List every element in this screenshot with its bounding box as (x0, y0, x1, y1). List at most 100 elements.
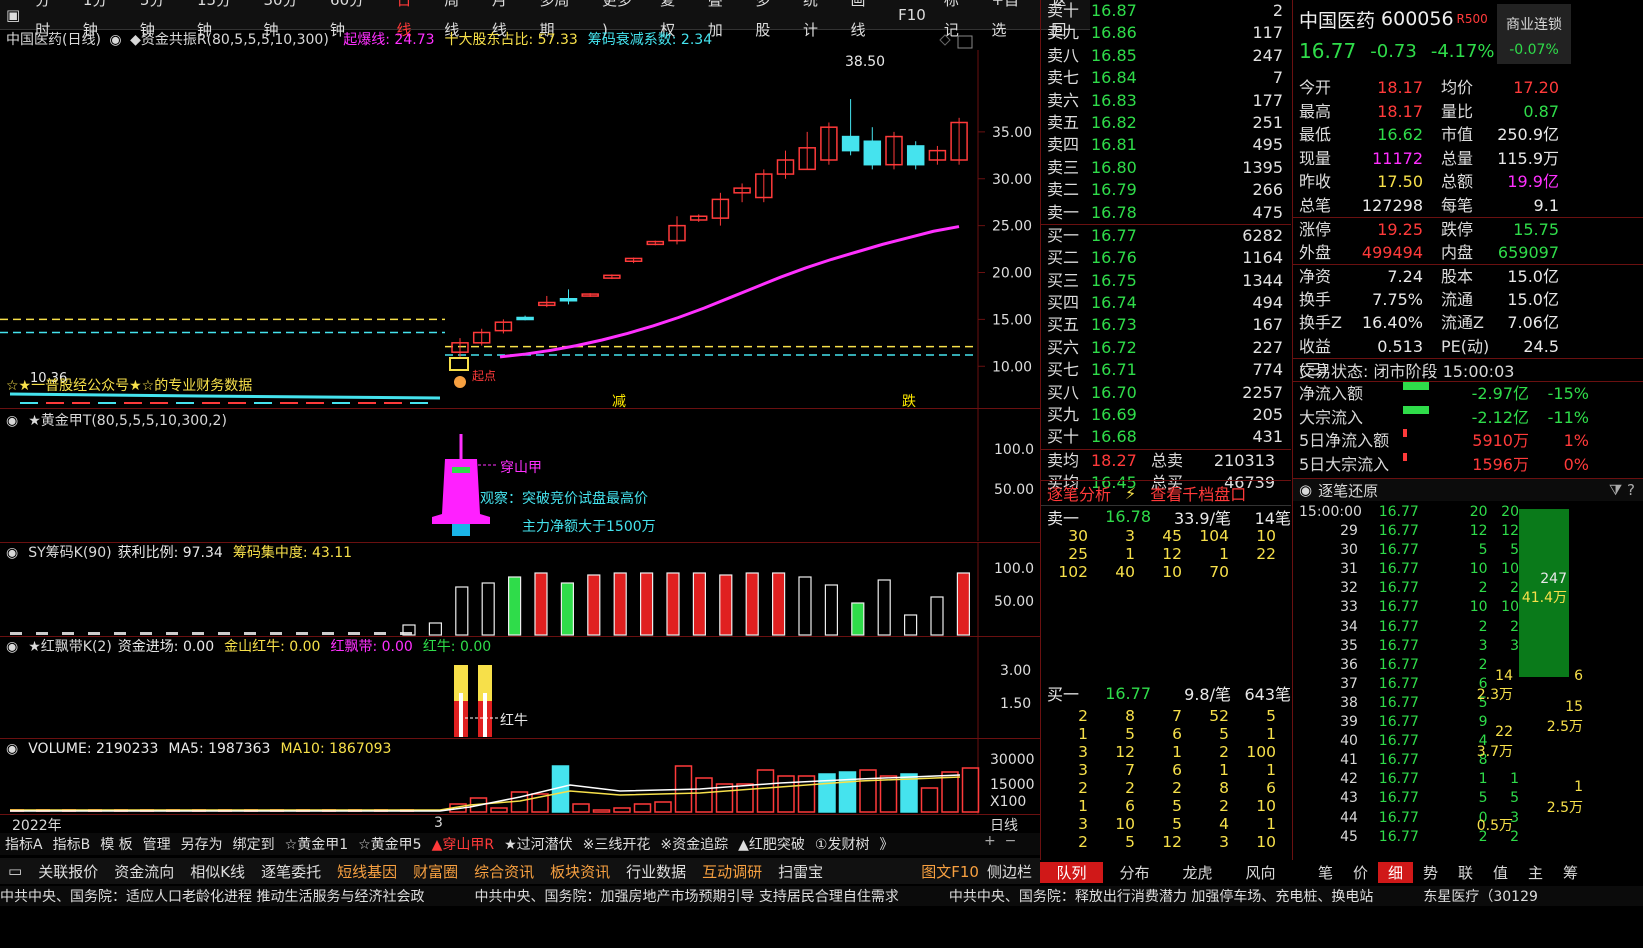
field-value: 250.9亿 (1497, 125, 1559, 144)
indicator-tab-8[interactable]: ▲穿山甲R (432, 834, 495, 854)
indicator-tab-9[interactable]: ★过河潜伏 (504, 834, 573, 854)
tick-time: 32 (1340, 580, 1358, 597)
side-a: 3.7万 (1476, 744, 1513, 760)
detail-tab-2[interactable]: 细 (1378, 861, 1413, 883)
bottom-tab-10[interactable]: 扫雷宝 (778, 861, 823, 882)
filter-icon[interactable]: ⧩ ? (1609, 481, 1635, 499)
bottom-right-1[interactable]: 侧边栏 (987, 861, 1032, 882)
tick-vol2: 10 (1501, 561, 1519, 578)
indicator-tab-2[interactable]: 模 板 (100, 834, 132, 854)
tick-time: 42 (1340, 771, 1358, 788)
detail-tab-6[interactable]: 主 (1518, 862, 1553, 883)
tab-depth[interactable]: 查看千档盘口 (1150, 481, 1246, 505)
buygrid-cell: 2 (1078, 707, 1088, 725)
indicator-tab-11[interactable]: ※资金追踪 (660, 834, 728, 854)
bottom-tab-6[interactable]: 综合资讯 (474, 861, 534, 882)
detail-tab-0[interactable]: 笔 (1308, 862, 1343, 883)
chip-panel[interactable]: ◉ SY筹码K(90) 获利比例: 97.34 筹码集中度: 43.11 100.0 5… (0, 543, 1040, 636)
news-item-2[interactable]: 中共中央、国务院：释放出行消费潜力 加强停车场、充电桩、换电站 (949, 886, 1373, 906)
volume-panel[interactable]: ◉ VOLUME: 2190233 MA5: 1987363 MA10: 186709… (0, 739, 1040, 814)
bid-row-9-label: 买十 (1047, 427, 1080, 447)
tab-tick-analysis[interactable]: 逐笔分析 (1041, 481, 1111, 505)
buygrid-cell: 2 (1078, 779, 1088, 797)
chip-small-bar (10, 632, 22, 635)
bottom-right-0[interactable]: 图文F10 (921, 861, 979, 882)
queue-tab-0[interactable]: 队列 (1040, 861, 1103, 883)
bid-row-6-price: 16.71 (1091, 360, 1137, 380)
panel-icon[interactable]: ▭ (8, 862, 22, 880)
side-row-7: 2.5万 (1463, 797, 1593, 817)
bottom-tab-0[interactable]: 关联报价 (38, 861, 98, 882)
detail-tab-1[interactable]: 价 (1343, 862, 1378, 883)
buygrid-cell: 10 (1115, 815, 1135, 833)
vol-y-tick-1: 15000 (990, 777, 1035, 793)
news-item-3[interactable]: 东星医疗（30129 (1423, 886, 1538, 906)
indicator-tab-1[interactable]: 指标B (53, 834, 91, 854)
asks: 卖十 16.87 2 卖九 16.86 117 卖八 16.85 247 卖七 16.84 7 卖六 16… (1041, 0, 1291, 224)
field-value: 0.87 (1523, 101, 1559, 121)
indicator-bar: 指标A 指标B 模 板管理 另存为 绑定到 ☆黄金甲1 ☆黄金甲5 ▲穿山甲R ★过河潜伏 ※三线… (0, 833, 1040, 855)
indicator-tab-3[interactable]: 管理 (143, 834, 171, 854)
golden-armor-panel[interactable]: ◉ ★黄金甲T(80,5,5,5,10,300,2) 100.0 50.00 穿山甲… (0, 409, 1040, 541)
flow-label: 5日净流入额 (1299, 431, 1390, 450)
detail-tab-4[interactable]: 联 (1448, 862, 1483, 883)
vol-bar (633, 803, 652, 813)
ask-row-9-price: 16.78 (1091, 202, 1137, 222)
sector-pct: -0.07% (1509, 42, 1559, 58)
bottom-tab-5[interactable]: 财富圈 (413, 861, 458, 882)
top-action-5[interactable]: F10 (889, 0, 935, 30)
queue-tab-2[interactable]: 龙虎 (1166, 862, 1229, 883)
bottom-tab-7[interactable]: 板块资讯 (550, 861, 610, 882)
bottom-tab-4[interactable]: 短线基因 (337, 861, 397, 882)
detail-tab-3[interactable]: 势 (1413, 862, 1448, 883)
indicator-tab-14[interactable]: 》 (879, 834, 893, 854)
bottom-tab-3[interactable]: 逐笔委托 (261, 861, 321, 882)
news-ticker[interactable]: 中共中央、国务院：适应人口老龄化进程 推动生活服务与经济社会政 中共中央、国务院：… (0, 886, 1643, 906)
indicator-tab-0[interactable]: 指标A (5, 834, 43, 854)
queue-tab-3[interactable]: 风向 (1229, 862, 1292, 883)
sell1row-0: 卖一 (1047, 508, 1080, 528)
chip-bar (639, 572, 654, 636)
indicator-tab-6[interactable]: ☆黄金甲1 (285, 834, 348, 854)
tick-time: 30 (1340, 542, 1358, 559)
bid-row-0: 买一 16.77 6282 (1041, 225, 1291, 247)
tick-time: 44 (1340, 809, 1358, 826)
news-item-1[interactable]: 中共中央、国务院：加强房地产市场预期引导 支持居民合理自住需求 (474, 886, 898, 906)
flow-value: -2.97亿 (1471, 384, 1529, 403)
indicator-tab-13[interactable]: ①发财树 (815, 834, 870, 854)
kline-chart[interactable]: 35.0030.0025.0020.0015.0010.0038.5010.36… (0, 30, 1040, 408)
flat-candle (124, 402, 142, 404)
bottom-tab-2[interactable]: 相似K线 (190, 861, 245, 882)
bid-row-5-label: 买六 (1047, 337, 1080, 357)
tick-vol: 10 (1469, 561, 1488, 578)
field-label: 每笔 (1441, 195, 1474, 215)
news-item-0[interactable]: 中共中央、国务院：适应人口老龄化进程 推动生活服务与经济社会政 (0, 886, 424, 906)
stock-badge: R500 (1456, 12, 1488, 26)
zoom-controls[interactable]: + − (984, 833, 1016, 849)
side-row-8: 0.5万 (1463, 815, 1593, 835)
y-tick-4: 15.00 (992, 312, 1032, 328)
main-kline-panel[interactable]: 中国医药(日线) ◉ ◆资金共振R(80,5,5,5,10,300) 起爆线: … (0, 30, 1040, 408)
vol-bar (777, 775, 795, 813)
indicator-tab-4[interactable]: 另存为 (181, 834, 223, 854)
sector-tag[interactable]: 商业连锁 -0.07% (1497, 4, 1571, 64)
indicator-tab-10[interactable]: ※三线开花 (583, 834, 651, 854)
window-icon[interactable]: ▣ (0, 0, 26, 30)
ask-row-4: 卖六 16.83 177 (1041, 90, 1291, 112)
bottom-tab-9[interactable]: 互动调研 (702, 861, 762, 882)
indicator-tab-5[interactable]: 绑定到 (233, 834, 275, 854)
indicator-tab-7[interactable]: ☆黄金甲5 (358, 834, 421, 854)
detail-tab-5[interactable]: 值 (1483, 862, 1518, 883)
side-row-5: 3.7万 (1463, 741, 1593, 761)
detail-tab-7[interactable]: 筹 (1553, 862, 1588, 883)
ask-row-9-volume: 475 (1252, 202, 1283, 222)
red-ribbon-panel[interactable]: ◉ ★红飘带K(2) 资金进场: 0.00 金山红牛: 0.00 红飘带: 0.00 红牛… (0, 637, 1040, 738)
chip-bar (824, 584, 839, 636)
queue-tab-1[interactable]: 分布 (1103, 862, 1166, 883)
bottom-tab-8[interactable]: 行业数据 (626, 861, 686, 882)
indicator-tab-12[interactable]: ▲红肥突破 (738, 834, 805, 854)
bottom-tab-1[interactable]: 资金流向 (114, 861, 174, 882)
collapse-icon[interactable]: ◉ (1299, 481, 1312, 499)
lightning-icon: ⚡ (1125, 483, 1137, 503)
tick-price: 16.77 (1378, 656, 1419, 673)
